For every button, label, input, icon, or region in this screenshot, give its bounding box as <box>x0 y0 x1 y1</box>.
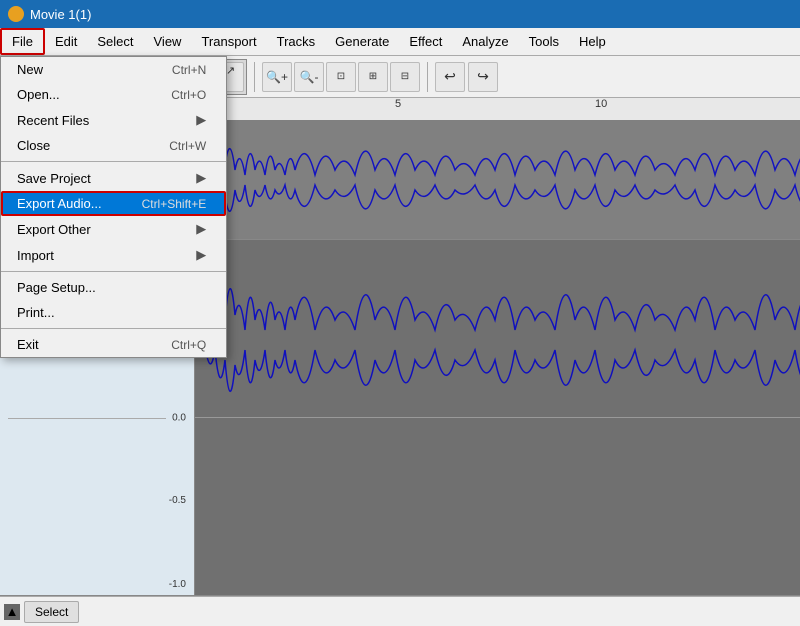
zoom-fit-button[interactable]: ⊡ <box>326 62 356 92</box>
zoom-out-button[interactable]: 🔍- <box>294 62 324 92</box>
redo-button[interactable]: ↪ <box>468 62 498 92</box>
menu-view[interactable]: View <box>144 28 192 55</box>
scale-lower-mid: -0.5 <box>169 495 186 506</box>
menu-save-project[interactable]: Save Project▶ <box>1 165 226 191</box>
track-content-2[interactable] <box>195 240 800 595</box>
select-button[interactable]: Select <box>24 601 79 623</box>
app-icon <box>8 6 24 22</box>
undo-button[interactable]: ↩ <box>435 62 465 92</box>
menu-export-audio[interactable]: Export Audio...Ctrl+Shift+E <box>1 191 226 216</box>
menu-page-setup[interactable]: Page Setup... <box>1 275 226 300</box>
track-content-1[interactable]: // Can't run JS in SVG here directly, so… <box>195 120 800 239</box>
scroll-left-button[interactable]: ▲ <box>4 604 20 620</box>
timeline-marker-5: 5 <box>395 98 401 110</box>
zoom-in-button[interactable]: 🔍+ <box>262 62 292 92</box>
menu-transport[interactable]: Transport <box>191 28 266 55</box>
menu-edit[interactable]: Edit <box>45 28 87 55</box>
scale-bottom: -1.0 <box>169 579 186 590</box>
waveform-svg-1: // Can't run JS in SVG here directly, so… <box>195 120 800 239</box>
menu-bar: File Edit Select View Transport Tracks G… <box>0 28 800 56</box>
separator-1 <box>1 161 226 162</box>
menu-exit[interactable]: ExitCtrl+Q <box>1 332 226 357</box>
window-title: Movie 1(1) <box>30 7 91 22</box>
separator-3 <box>1 328 226 329</box>
zoom-group: 🔍+ 🔍- ⊡ ⊞ ⊟ <box>262 62 420 92</box>
menu-analyze[interactable]: Analyze <box>452 28 518 55</box>
scale-mid: 0.0 <box>172 412 186 423</box>
menu-print[interactable]: Print... <box>1 300 226 325</box>
menu-generate[interactable]: Generate <box>325 28 399 55</box>
menu-tracks[interactable]: Tracks <box>267 28 326 55</box>
timeline-marker-10: 10 <box>595 98 607 110</box>
menu-tools[interactable]: Tools <box>519 28 569 55</box>
menu-open[interactable]: Open...Ctrl+O <box>1 82 226 107</box>
menu-select[interactable]: Select <box>87 28 143 55</box>
menu-import[interactable]: Import▶ <box>1 242 226 268</box>
menu-new[interactable]: NewCtrl+N <box>1 57 226 82</box>
separator-zoom <box>427 62 428 92</box>
file-dropdown: NewCtrl+N Open...Ctrl+O Recent Files▶ Cl… <box>0 56 227 358</box>
waveform-svg-2 <box>195 240 800 595</box>
menu-effect[interactable]: Effect <box>399 28 452 55</box>
separator-2 <box>1 271 226 272</box>
zoom-sel-button[interactable]: ⊞ <box>358 62 388 92</box>
menu-export-other[interactable]: Export Other▶ <box>1 216 226 242</box>
menu-file[interactable]: File <box>0 28 45 55</box>
center-line <box>8 418 166 419</box>
bottom-bar: ▲ Select <box>0 596 800 626</box>
menu-close[interactable]: CloseCtrl+W <box>1 133 226 158</box>
menu-help[interactable]: Help <box>569 28 616 55</box>
menu-recent-files[interactable]: Recent Files▶ <box>1 107 226 133</box>
zoom-toggle-button[interactable]: ⊟ <box>390 62 420 92</box>
separator-tools <box>254 62 255 92</box>
timeline-bar: 5 10 <box>195 98 800 120</box>
title-bar: Movie 1(1) <box>0 0 800 28</box>
